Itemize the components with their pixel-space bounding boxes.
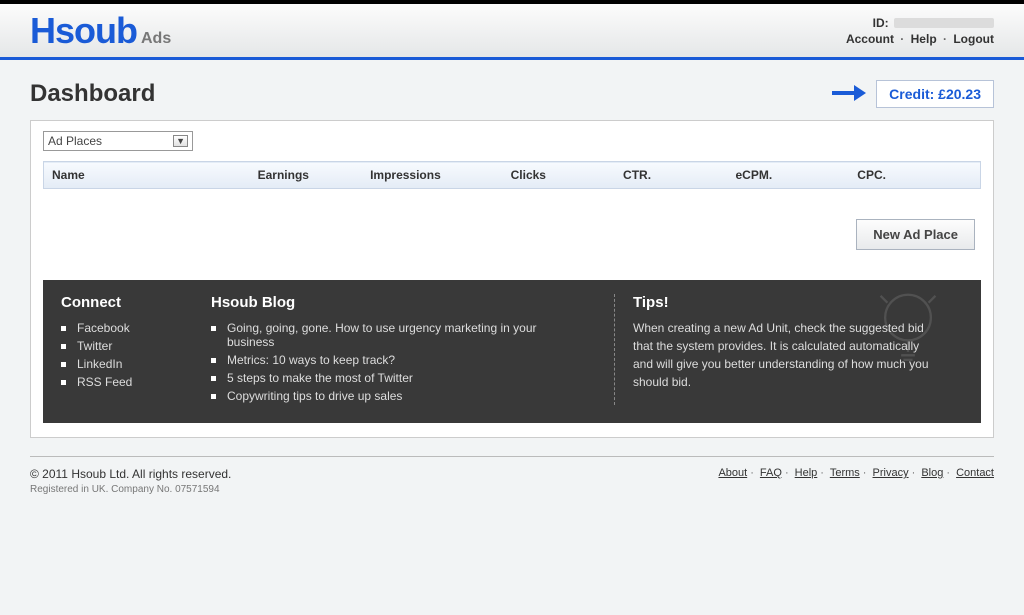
footer-blog[interactable]: Blog bbox=[921, 467, 943, 479]
button-row: New Ad Place bbox=[43, 219, 975, 250]
chevron-down-icon: ▼ bbox=[173, 135, 188, 147]
col-cpc[interactable]: CPC. bbox=[849, 162, 980, 189]
blog-list: Going, going, gone. How to use urgency m… bbox=[211, 319, 566, 405]
registered-text: Registered in UK. Company No. 07571594 bbox=[30, 484, 231, 495]
connect-column: Connect Facebook Twitter LinkedIn RSS Fe… bbox=[61, 294, 181, 405]
blog-link[interactable]: Copywriting tips to drive up sales bbox=[227, 389, 402, 403]
footer-right: About· FAQ· Help· Terms· Privacy· Blog· … bbox=[718, 467, 994, 495]
col-impressions[interactable]: Impressions bbox=[362, 162, 503, 189]
user-id-row: ID: bbox=[846, 16, 994, 30]
list-item: LinkedIn bbox=[61, 355, 181, 373]
logout-link[interactable]: Logout bbox=[953, 32, 994, 46]
page-head: Dashboard Credit: £20.23 bbox=[30, 80, 994, 108]
blog-link[interactable]: Going, going, gone. How to use urgency m… bbox=[227, 321, 537, 349]
user-id-value bbox=[894, 18, 994, 28]
connect-linkedin[interactable]: LinkedIn bbox=[77, 357, 122, 371]
footer-privacy[interactable]: Privacy bbox=[873, 467, 909, 479]
copyright: © 2011 Hsoub Ltd. All rights reserved. bbox=[30, 467, 231, 481]
info-panel: Connect Facebook Twitter LinkedIn RSS Fe… bbox=[43, 280, 981, 423]
col-clicks[interactable]: Clicks bbox=[503, 162, 615, 189]
ad-places-select[interactable]: Ad Places ▼ bbox=[43, 131, 193, 151]
footer-faq[interactable]: FAQ bbox=[760, 467, 782, 479]
logo[interactable]: Hsoub Ads bbox=[30, 10, 171, 52]
list-item: Copywriting tips to drive up sales bbox=[211, 387, 566, 405]
connect-facebook[interactable]: Facebook bbox=[77, 321, 130, 335]
account-link[interactable]: Account bbox=[846, 32, 894, 46]
logo-sub: Ads bbox=[141, 30, 171, 48]
list-item: Twitter bbox=[61, 337, 181, 355]
tips-title: Tips! bbox=[633, 294, 933, 311]
col-name[interactable]: Name bbox=[44, 162, 250, 189]
dot-separator: · bbox=[943, 32, 947, 46]
main-panel: Ad Places ▼ Name Earnings Impressions Cl… bbox=[30, 120, 994, 438]
user-links: Account · Help · Logout bbox=[846, 32, 994, 46]
footer-about[interactable]: About bbox=[718, 467, 747, 479]
blog-title: Hsoub Blog bbox=[211, 294, 566, 311]
id-label: ID: bbox=[873, 16, 889, 30]
tips-body: When creating a new Ad Unit, check the s… bbox=[633, 319, 933, 391]
user-info: ID: Account · Help · Logout bbox=[846, 16, 994, 46]
logo-main: Hsoub bbox=[30, 10, 137, 52]
footer-contact[interactable]: Contact bbox=[956, 467, 994, 479]
blog-column: Hsoub Blog Going, going, gone. How to us… bbox=[211, 294, 566, 405]
list-item: RSS Feed bbox=[61, 373, 181, 391]
list-item: Metrics: 10 ways to keep track? bbox=[211, 351, 566, 369]
container: Dashboard Credit: £20.23 Ad Places ▼ Nam… bbox=[0, 60, 1024, 438]
footer-left: © 2011 Hsoub Ltd. All rights reserved. R… bbox=[30, 467, 231, 495]
footer: © 2011 Hsoub Ltd. All rights reserved. R… bbox=[0, 467, 1024, 495]
select-value: Ad Places bbox=[48, 134, 102, 148]
arrow-right-icon bbox=[832, 81, 866, 107]
credit-label: Credit: £20.23 bbox=[889, 86, 981, 102]
ad-places-table: Name Earnings Impressions Clicks CTR. eC… bbox=[43, 161, 981, 189]
connect-title: Connect bbox=[61, 294, 181, 311]
connect-twitter[interactable]: Twitter bbox=[77, 339, 112, 353]
footer-help[interactable]: Help bbox=[795, 467, 818, 479]
list-item: 5 steps to make the most of Twitter bbox=[211, 369, 566, 387]
dot-separator: · bbox=[900, 32, 904, 46]
list-item: Facebook bbox=[61, 319, 181, 337]
col-ctr[interactable]: CTR. bbox=[615, 162, 727, 189]
list-item: Going, going, gone. How to use urgency m… bbox=[211, 319, 566, 351]
col-earnings[interactable]: Earnings bbox=[250, 162, 362, 189]
connect-list: Facebook Twitter LinkedIn RSS Feed bbox=[61, 319, 181, 391]
credit-box[interactable]: Credit: £20.23 bbox=[876, 80, 994, 108]
page-title: Dashboard bbox=[30, 80, 155, 108]
footer-divider bbox=[30, 456, 994, 457]
help-link[interactable]: Help bbox=[911, 32, 937, 46]
table-header-row: Name Earnings Impressions Clicks CTR. eC… bbox=[44, 162, 981, 189]
blog-link[interactable]: Metrics: 10 ways to keep track? bbox=[227, 353, 395, 367]
blog-link[interactable]: 5 steps to make the most of Twitter bbox=[227, 371, 413, 385]
credit-wrap: Credit: £20.23 bbox=[832, 80, 994, 108]
footer-terms[interactable]: Terms bbox=[830, 467, 860, 479]
connect-rss[interactable]: RSS Feed bbox=[77, 375, 132, 389]
col-ecpm[interactable]: eCPM. bbox=[727, 162, 849, 189]
tips-column: Tips! When creating a new Ad Unit, check… bbox=[633, 294, 933, 405]
top-bar: Hsoub Ads ID: Account · Help · Logout bbox=[0, 4, 1024, 60]
new-ad-place-button[interactable]: New Ad Place bbox=[856, 219, 975, 250]
vertical-divider bbox=[614, 294, 615, 405]
